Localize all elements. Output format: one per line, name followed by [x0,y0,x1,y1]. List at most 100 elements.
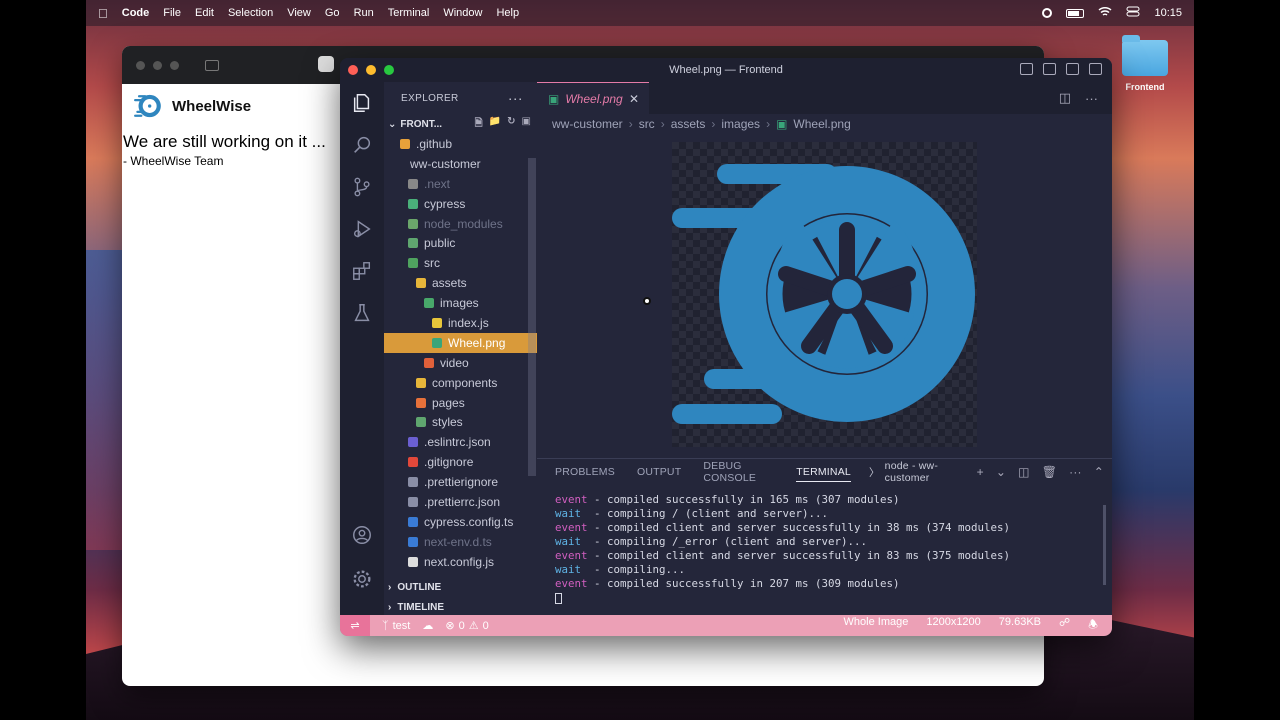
new-folder-icon[interactable]: 📁 [489,116,501,133]
menu-go[interactable]: Go [325,7,340,19]
branch-indicator[interactable]: ᛉ test [382,620,410,632]
tree-item[interactable]: cypress.config.ts [384,512,537,532]
breadcrumb-item[interactable]: images [721,117,760,131]
problems-indicator[interactable]: ⊗ 0 ⚠ 0 [445,619,488,633]
file-type-icon [416,417,426,428]
bell-icon[interactable]: 🕭 [1088,616,1098,635]
tree-item[interactable]: next-env.d.ts [384,532,537,552]
tree-item[interactable]: node_modules [384,214,537,234]
battery-icon[interactable] [1066,8,1085,18]
terminal-output[interactable]: event - compiled successfully in 165 ms … [537,485,1112,605]
close-tab-icon[interactable]: ✕ [629,92,639,106]
remote-icon[interactable]: ⇌ [340,615,370,636]
tree-item[interactable]: .github [384,134,537,154]
menu-help[interactable]: Help [496,7,519,19]
timeline-section[interactable]: › TIMELINE [384,597,537,617]
sidebar-scrollbar[interactable] [528,158,536,476]
menu-file[interactable]: File [163,7,181,19]
tree-item[interactable]: next.config.js [384,552,537,572]
tree-item[interactable]: pages [384,393,537,413]
tree-item[interactable]: index.js [384,313,537,333]
close-button[interactable] [348,65,358,75]
menu-clock[interactable]: 10:15 [1154,7,1182,19]
new-file-icon[interactable]: 🗎 [475,116,483,133]
wifi-icon[interactable] [1098,6,1112,20]
gear-icon[interactable] [351,568,373,590]
tree-item[interactable]: .gitignore [384,452,537,472]
trash-icon[interactable]: 🗑 [1042,465,1057,479]
tree-item[interactable]: Wheel.png [384,332,537,353]
tree-item[interactable]: cypress [384,194,537,214]
run-debug-icon[interactable] [351,218,373,240]
tree-item[interactable]: .next [384,174,537,194]
split-terminal-icon[interactable]: ◫ [1018,465,1030,479]
chevron-up-icon[interactable]: ⌃ [1094,465,1104,479]
terminal-selector[interactable]: 〉 node - ww-customer [869,460,955,484]
tab-problems[interactable]: PROBLEMS [555,466,615,478]
menu-run[interactable]: Run [354,7,374,19]
menu-edit[interactable]: Edit [195,7,214,19]
tab-output[interactable]: OUTPUT [637,466,681,478]
tree-item[interactable]: components [384,373,537,393]
refresh-icon[interactable]: ↻ [507,116,515,133]
tree-item[interactable]: .prettierignore [384,472,537,492]
menu-view[interactable]: View [287,7,311,19]
github-tab-icon[interactable] [318,56,334,72]
desktop-folder[interactable]: Frontend [1121,35,1169,92]
breadcrumb-item[interactable]: Wheel.png [793,117,850,131]
chevron-down-icon[interactable]: ⌄ [996,465,1006,479]
close-button[interactable] [136,60,145,70]
outline-section[interactable]: › OUTLINE [384,577,537,597]
minimize-button[interactable] [153,60,162,70]
accounts-icon[interactable] [351,524,373,546]
toggle-panel-icon[interactable] [1043,63,1056,75]
tree-item[interactable]: images [384,293,537,313]
tree-item[interactable]: video [384,353,537,373]
menu-terminal[interactable]: Terminal [388,7,430,19]
workspace-section[interactable]: ⌄ FRONT... 🗎 📁 ↻ ▣ [384,114,537,134]
new-terminal-icon[interactable]: + [977,465,984,479]
tree-item[interactable]: .eslintrc.json [384,432,537,452]
menu-selection[interactable]: Selection [228,7,273,19]
explorer-icon[interactable] [351,92,373,114]
image-zoom[interactable]: Whole Image [844,616,909,635]
testing-icon[interactable] [351,302,373,324]
breadcrumb-item[interactable]: assets [671,117,706,131]
record-icon[interactable] [1042,8,1053,18]
toggle-secondary-sidebar-icon[interactable] [1066,63,1079,75]
apple-menu-icon[interactable]:  [98,6,108,21]
more-actions-icon[interactable]: ··· [1069,465,1082,479]
minimize-button[interactable] [366,65,376,75]
customize-layout-icon[interactable] [1089,63,1102,75]
tab-wheel-png[interactable]: ▣ Wheel.png ✕ [537,82,649,114]
split-editor-icon[interactable]: ◫ [1059,90,1071,106]
source-control-icon[interactable] [351,176,373,198]
tree-item[interactable]: public [384,233,537,253]
tab-debug-console[interactable]: DEBUG CONSOLE [703,460,774,484]
image-preview[interactable] [672,142,977,447]
tree-item[interactable]: styles [384,412,537,432]
breadcrumb-item[interactable]: ww-customer [552,117,623,131]
terminal-scrollbar[interactable] [1103,505,1106,585]
tree-item-label: ww-customer [410,156,481,171]
menu-window[interactable]: Window [443,7,482,19]
tab-terminal[interactable]: TERMINAL [796,466,851,482]
control-center-icon[interactable] [1126,6,1140,20]
tree-item[interactable]: .prettierrc.json [384,492,537,512]
zoom-button[interactable] [170,60,179,70]
feedback-icon[interactable]: ☍ [1059,616,1070,635]
collapse-all-icon[interactable]: ▣ [522,116,531,133]
search-icon[interactable] [351,134,373,156]
sidebar-toggle-icon[interactable] [205,59,219,71]
tree-item[interactable]: src [384,253,537,273]
menu-app-name[interactable]: Code [122,7,150,19]
more-actions-icon[interactable]: ··· [1085,91,1098,106]
breadcrumb-item[interactable]: src [639,117,655,131]
toggle-sidebar-icon[interactable] [1020,63,1033,75]
tree-item[interactable]: ww-customer [384,154,537,174]
zoom-button[interactable] [384,65,394,75]
sync-icon[interactable]: ☁ [422,619,433,632]
more-actions-icon[interactable]: ··· [508,90,523,106]
extensions-icon[interactable] [351,260,373,282]
tree-item[interactable]: assets [384,273,537,293]
